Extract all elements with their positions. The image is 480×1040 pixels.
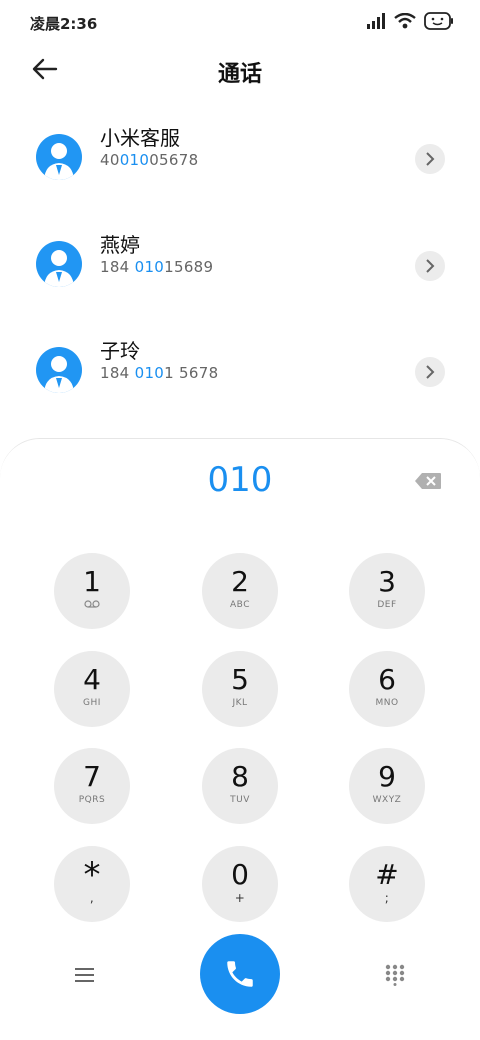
chevron-right-icon — [426, 259, 435, 273]
menu-button[interactable] — [74, 966, 96, 984]
backspace-button[interactable] — [414, 472, 442, 490]
header: 通话 — [0, 44, 480, 96]
dial-key-5[interactable]: 5 JKL — [202, 651, 278, 727]
contact-detail-button[interactable] — [415, 357, 445, 387]
contact-number: 184 0101 5678 — [100, 364, 219, 382]
bottom-action-bar — [0, 934, 480, 1014]
dialed-number: 010 — [207, 460, 273, 500]
contact-item[interactable]: 小米客服 4001005678 — [0, 126, 480, 224]
contact-item[interactable]: 燕婷 184 01015689 — [0, 233, 480, 331]
contact-detail-button[interactable] — [415, 251, 445, 281]
dial-key-3[interactable]: 3 DEF — [349, 553, 425, 629]
dial-key-4[interactable]: 4 GHI — [54, 651, 130, 727]
contact-number: 4001005678 — [100, 151, 199, 169]
chevron-right-icon — [426, 365, 435, 379]
phone-icon — [227, 961, 253, 987]
page-title: 通话 — [217, 62, 262, 87]
status-time: 凌晨2:36 — [30, 15, 98, 33]
signal-icon — [366, 13, 386, 33]
contact-name: 小米客服 — [100, 126, 180, 150]
dial-key-star[interactable]: * , — [54, 846, 130, 922]
menu-icon — [75, 968, 94, 982]
contact-detail-button[interactable] — [415, 144, 445, 174]
avatar — [36, 241, 82, 287]
battery-icon — [424, 12, 454, 34]
voicemail-icon — [54, 600, 130, 611]
dial-key-8[interactable]: 8 TUV — [202, 748, 278, 824]
dialpad-icon — [385, 964, 405, 986]
contact-number: 184 01015689 — [100, 258, 214, 276]
call-button[interactable] — [200, 934, 280, 1014]
contact-name: 燕婷 — [100, 233, 140, 257]
backspace-icon — [415, 473, 441, 489]
wifi-icon — [394, 12, 416, 33]
dial-key-6[interactable]: 6 MNO — [349, 651, 425, 727]
dial-key-7[interactable]: 7 PQRS — [54, 748, 130, 824]
dial-key-1[interactable]: 1 — [54, 553, 130, 629]
status-bar: 凌晨2:36 — [0, 0, 480, 44]
contact-item[interactable]: 子玲 184 0101 5678 — [0, 339, 480, 437]
dial-key-2[interactable]: 2 ABC — [202, 553, 278, 629]
avatar — [36, 347, 82, 393]
dial-key-9[interactable]: 9 WXYZ — [349, 748, 425, 824]
dial-key-0[interactable]: 0 + — [202, 846, 278, 922]
dial-key-hash[interactable]: # ; — [349, 846, 425, 922]
contact-name: 子玲 — [100, 339, 140, 363]
dialpad-toggle-button[interactable] — [385, 964, 405, 986]
chevron-right-icon — [426, 152, 435, 166]
avatar — [36, 134, 82, 180]
